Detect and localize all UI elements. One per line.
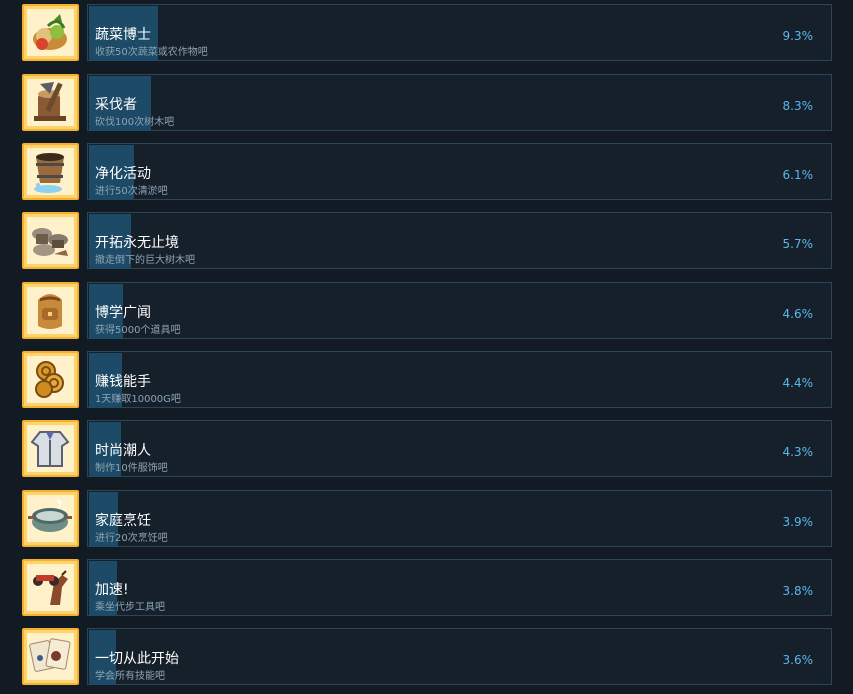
achievement-row: 一切从此开始学会所有技能吧 3.6% bbox=[0, 628, 853, 688]
achievement-title: 开拓永无止境 bbox=[95, 235, 179, 251]
achievement-title: 一切从此开始 bbox=[95, 651, 179, 667]
achievement-panel: 时尚潮人制作10件服饰吧 4.3% bbox=[87, 420, 832, 477]
achievement-panel: 博学广闻获得5000个道具吧 4.6% bbox=[87, 282, 832, 339]
achievement-title: 采伐者 bbox=[95, 97, 137, 113]
achievement-list: 蔬菜博士收获50次蔬菜或农作物吧 9.3% 采伐者砍伐100次树木吧 8.3% 净化活动… bbox=[0, 0, 853, 694]
achievement-description: 学会所有技能吧 bbox=[95, 671, 165, 682]
axe-log-icon bbox=[22, 74, 79, 131]
achievement-description: 进行20次烹饪吧 bbox=[95, 533, 168, 544]
achievement-description: 砍伐100次树木吧 bbox=[95, 117, 175, 128]
achievement-title: 净化活动 bbox=[95, 166, 151, 182]
achievement-title: 时尚潮人 bbox=[95, 443, 151, 459]
unlock-percentage: 4.4% bbox=[782, 376, 814, 390]
achievement-title: 赚钱能手 bbox=[95, 374, 151, 390]
unlock-percentage: 3.8% bbox=[782, 584, 814, 598]
coins-icon bbox=[22, 351, 79, 408]
achievement-description: 撤走倒下的巨大树木吧 bbox=[95, 255, 195, 266]
achievement-panel: 净化活动进行50次清淤吧 6.1% bbox=[87, 143, 832, 200]
jacket-icon bbox=[22, 420, 79, 477]
unlock-percentage: 3.9% bbox=[782, 515, 814, 529]
skill-cards-icon bbox=[22, 628, 79, 685]
achievement-description: 收获50次蔬菜或农作物吧 bbox=[95, 47, 208, 58]
achievement-panel: 加速! 乘坐代步工具吧 3.8% bbox=[87, 559, 832, 616]
achievement-panel: 一切从此开始学会所有技能吧 3.6% bbox=[87, 628, 832, 685]
backpack-icon bbox=[22, 282, 79, 339]
achievement-description: 进行50次清淤吧 bbox=[95, 186, 168, 197]
unlock-percentage: 4.6% bbox=[782, 307, 814, 321]
horse-motorbike-icon bbox=[22, 559, 79, 616]
achievement-row: 家庭烹饪进行20次烹饪吧 3.9% bbox=[0, 490, 853, 550]
achievement-description: 获得5000个道具吧 bbox=[95, 325, 181, 336]
vegetables-icon bbox=[22, 4, 79, 61]
achievement-row: 净化活动进行50次清淤吧 6.1% bbox=[0, 143, 853, 203]
achievement-row: 加速! 乘坐代步工具吧 3.8% bbox=[0, 559, 853, 619]
achievement-description: 1天赚取10000G吧 bbox=[95, 394, 181, 405]
achievement-row: 博学广闻获得5000个道具吧 4.6% bbox=[0, 282, 853, 342]
achievement-panel: 采伐者砍伐100次树木吧 8.3% bbox=[87, 74, 832, 131]
achievement-title: 博学广闻 bbox=[95, 305, 151, 321]
bucket-icon bbox=[22, 143, 79, 200]
achievement-row: 赚钱能手 1天赚取10000G吧 4.4% bbox=[0, 351, 853, 411]
achievement-description: 乘坐代步工具吧 bbox=[95, 602, 165, 613]
achievement-title: 加速! bbox=[95, 582, 129, 598]
unlock-percentage: 5.7% bbox=[782, 237, 814, 251]
achievement-row: 蔬菜博士收获50次蔬菜或农作物吧 9.3% bbox=[0, 4, 853, 64]
achievement-title: 家庭烹饪 bbox=[95, 513, 151, 529]
achievement-panel: 赚钱能手 1天赚取10000G吧 4.4% bbox=[87, 351, 832, 408]
unlock-percentage: 9.3% bbox=[782, 29, 814, 43]
achievement-panel: 开拓永无止境撤走倒下的巨大树木吧 5.7% bbox=[87, 212, 832, 269]
achievement-title: 蔬菜博士 bbox=[95, 27, 151, 43]
achievement-row: 开拓永无止境撤走倒下的巨大树木吧 5.7% bbox=[0, 212, 853, 272]
achievement-description: 制作10件服饰吧 bbox=[95, 463, 168, 474]
unlock-percentage: 3.6% bbox=[782, 653, 814, 667]
unlock-percentage: 4.3% bbox=[782, 445, 814, 459]
stumps-icon bbox=[22, 212, 79, 269]
achievement-row: 采伐者砍伐100次树木吧 8.3% bbox=[0, 74, 853, 134]
achievement-row: 时尚潮人制作10件服饰吧 4.3% bbox=[0, 420, 853, 480]
unlock-percentage: 6.1% bbox=[782, 168, 814, 182]
achievement-panel: 蔬菜博士收获50次蔬菜或农作物吧 9.3% bbox=[87, 4, 832, 61]
unlock-percentage: 8.3% bbox=[782, 99, 814, 113]
cooking-pot-icon bbox=[22, 490, 79, 547]
achievement-panel: 家庭烹饪进行20次烹饪吧 3.9% bbox=[87, 490, 832, 547]
